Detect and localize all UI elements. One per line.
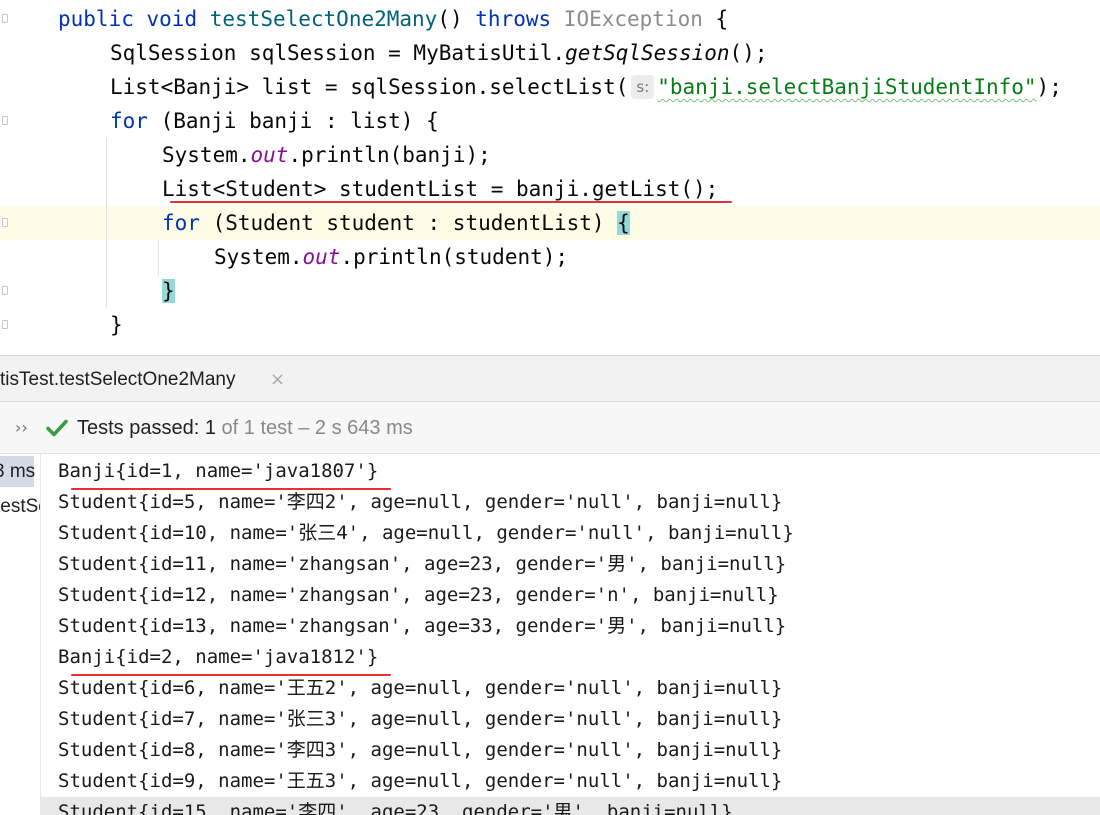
output-line: Student{id=13, name='zhangsan', age=33, … <box>58 615 787 637</box>
code-line-10[interactable]: } <box>110 308 123 342</box>
matched-brace: } <box>162 279 175 303</box>
code-text: (Student student : studentList) <box>199 211 618 235</box>
code-line-9[interactable]: } <box>162 274 175 308</box>
code-text: ); <box>1036 75 1062 99</box>
check-icon <box>46 419 68 437</box>
output-line: Student{id=10, name='张三4', age=null, gen… <box>58 522 794 544</box>
status-total: of 1 test <box>215 417 293 439</box>
output-line: Banji{id=2, name='java1812'} <box>58 646 379 668</box>
code-line-5[interactable]: System.out.println(banji); <box>162 138 491 172</box>
matched-brace: { <box>617 211 630 235</box>
output-line: Student{id=15, name='李四', age=23, gender… <box>58 801 733 815</box>
tests-passed-status: Tests passed: 1 of 1 test – 2 s 643 ms <box>77 413 413 443</box>
parameter-hint: s: <box>631 75 655 99</box>
static-field: out <box>250 143 289 167</box>
params: () <box>437 7 463 31</box>
run-tool-window: tisTest.testSelectOne2Many × ›› Tests pa… <box>0 355 1100 815</box>
status-passed-count: 1 <box>204 417 216 439</box>
output-line: Banji{id=1, name='java1807'} <box>58 460 379 482</box>
output-line: Student{id=12, name='zhangsan', age=23, … <box>58 584 779 606</box>
test-tree[interactable]: 3 ms testSe <box>0 454 41 815</box>
tree-item-duration[interactable]: 3 ms <box>0 456 35 487</box>
open-brace: { <box>715 7 729 31</box>
code-text: System. <box>162 143 251 167</box>
string-literal: "banji.selectBanjiStudentInfo" <box>657 75 1037 99</box>
code-line-8[interactable]: System.out.println(student); <box>214 240 568 274</box>
code-text: .println(banji); <box>288 143 491 167</box>
code-text: List<Student> studentList = banji.getLis… <box>162 177 719 201</box>
keyword-public: public <box>58 7 134 31</box>
code-line-2[interactable]: SqlSession sqlSession = MyBatisUtil.getS… <box>110 36 767 70</box>
fold-marker[interactable] <box>2 286 8 295</box>
code-line-3[interactable]: List<Banji> list = sqlSession.selectList… <box>110 70 1062 104</box>
status-duration: – 2 s 643 ms <box>292 417 413 439</box>
keyword-for: for <box>162 211 200 235</box>
method-name: testSelectOne2Many <box>209 7 438 31</box>
exception-type: IOException <box>563 7 703 31</box>
code-text: SqlSession sqlSession = MyBatisUtil. <box>110 41 566 65</box>
tree-item-test[interactable]: testSe <box>0 491 40 522</box>
static-field: out <box>302 245 341 269</box>
keyword-for: for <box>110 109 148 133</box>
indent-guide <box>158 240 159 276</box>
status-label: Tests passed: <box>77 417 205 439</box>
expand-icon[interactable]: ›› <box>15 414 28 442</box>
fold-marker[interactable] <box>2 116 8 125</box>
keyword-void: void <box>146 7 198 31</box>
code-line-1[interactable]: public void testSelectOne2Many() throws … <box>58 2 728 36</box>
code-text: System. <box>214 245 303 269</box>
fold-marker[interactable] <box>2 320 8 329</box>
output-line: Student{id=11, name='zhangsan', age=23, … <box>58 553 787 575</box>
code-text: List<Banji> list = sqlSession.selectList… <box>110 75 629 99</box>
fold-marker[interactable] <box>2 14 8 23</box>
close-brace: } <box>110 313 123 337</box>
editor-gutter <box>0 0 20 355</box>
output-line: Student{id=9, name='王五3', age=null, gend… <box>58 770 783 792</box>
keyword-throws: throws <box>475 7 552 31</box>
run-tab-bar: tisTest.testSelectOne2Many × <box>0 355 1100 402</box>
red-underline-annotation <box>71 674 391 676</box>
code-text: (); <box>729 41 768 65</box>
close-icon[interactable]: × <box>270 365 285 395</box>
code-text: (Banji banji : list) { <box>147 109 439 133</box>
code-line-7[interactable]: for (Student student : studentList) { <box>162 206 630 240</box>
red-underline-annotation <box>71 488 391 490</box>
test-status-bar: ›› Tests passed: 1 of 1 test – 2 s 643 m… <box>0 402 1100 454</box>
indent-guide <box>106 138 107 308</box>
static-call: getSqlSession <box>565 41 730 65</box>
console-output[interactable]: Banji{id=1, name='java1807'} Student{id=… <box>41 454 1100 815</box>
output-line: Student{id=5, name='李四2', age=null, gend… <box>58 491 783 513</box>
output-line: Student{id=7, name='张三3', age=null, gend… <box>58 708 783 730</box>
code-line-4[interactable]: for (Banji banji : list) { <box>110 104 439 138</box>
run-tab[interactable]: tisTest.testSelectOne2Many <box>0 365 236 395</box>
output-line: Student{id=8, name='李四3', age=null, gend… <box>58 739 783 761</box>
output-line: Student{id=6, name='王五2', age=null, gend… <box>58 677 783 699</box>
fold-marker[interactable] <box>2 218 8 227</box>
code-editor[interactable]: public void testSelectOne2Many() throws … <box>0 0 1100 355</box>
code-text: .println(student); <box>340 245 569 269</box>
red-underline-annotation <box>170 201 732 203</box>
